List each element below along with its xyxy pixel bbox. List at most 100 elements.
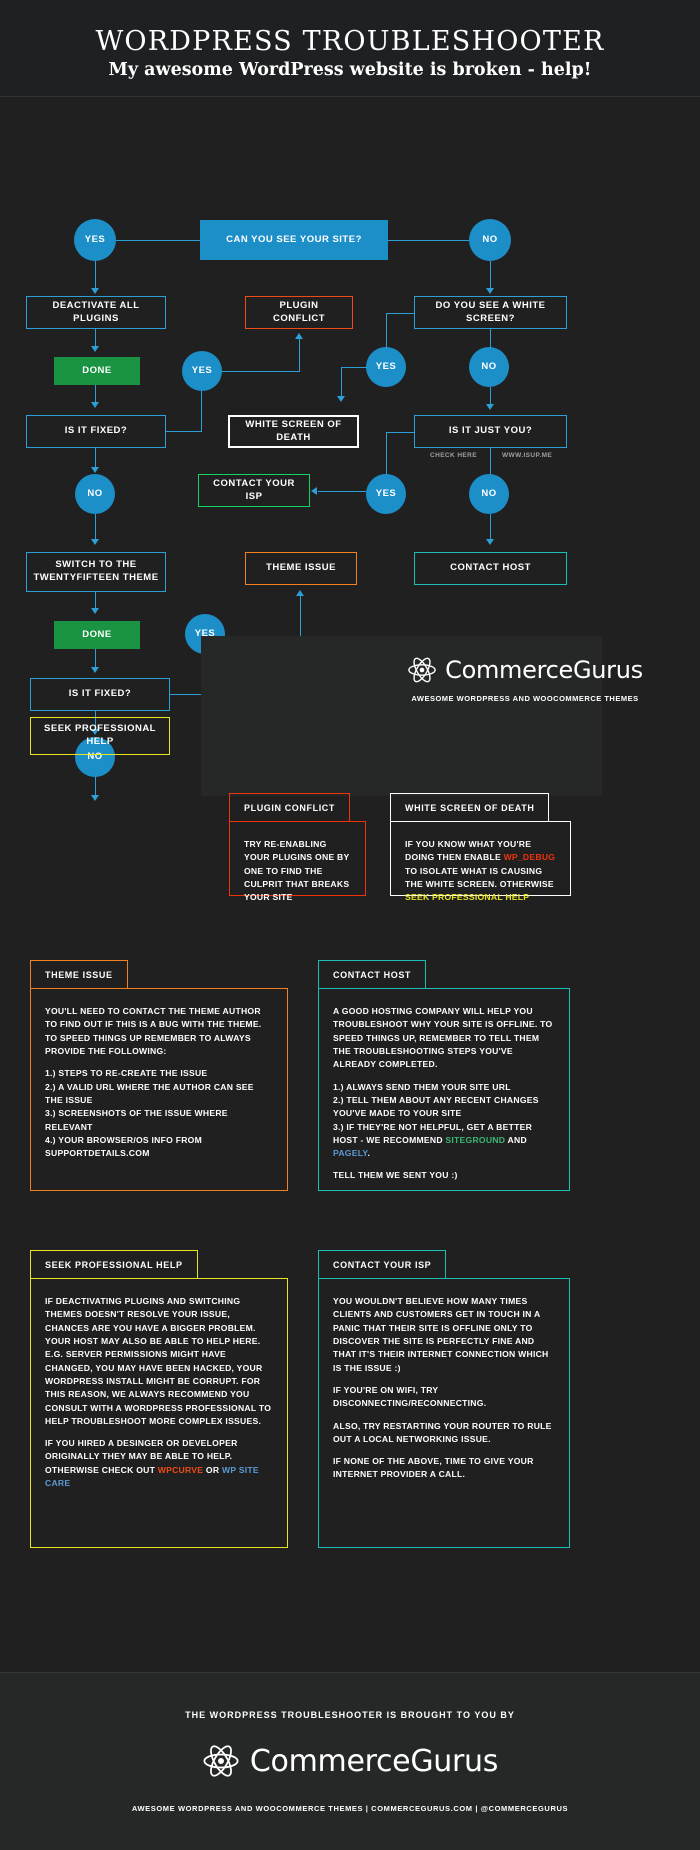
- card-contact-host-p3: TELL THEM WE SENT YOU :): [333, 1170, 458, 1181]
- card-theme-issue-title: THEME ISSUE: [30, 960, 128, 988]
- card-contact-isp-p3: ALSO, TRY RESTARTING YOUR ROUTER TO RULE…: [333, 1420, 552, 1444]
- connector-justyou-left-h: [386, 432, 414, 433]
- connector-yes1-to-q1: [116, 240, 200, 241]
- connector-whitescreen-left-v: [386, 313, 387, 349]
- flow-node-is-it-fixed-1[interactable]: IS IT FIXED?: [26, 415, 166, 448]
- ch-siteground-link[interactable]: SITEGROUND: [445, 1135, 505, 1145]
- atom-icon: [407, 655, 437, 685]
- card-contact-isp-body: YOU WOULDN'T BELIEVE HOW MANY TIMES CLIE…: [318, 1278, 570, 1548]
- card-contact-isp-p1: YOU WOULDN'T BELIEVE HOW MANY TIMES CLIE…: [333, 1296, 549, 1373]
- arrow-down-fixed1: [91, 467, 99, 473]
- card-theme-issue-body: YOU'LL NEED TO CONTACT THE THEME AUTHOR …: [30, 988, 288, 1191]
- flow-node-is-it-just-you[interactable]: IS IT JUST YOU?: [414, 415, 567, 448]
- flow-node-done2[interactable]: DONE: [54, 621, 140, 649]
- connector-whitescreen-left-h: [386, 313, 414, 314]
- ch-pagely-link[interactable]: PAGELY: [333, 1148, 367, 1158]
- flow-node-no2[interactable]: NO: [469, 347, 509, 387]
- flow-node-white-screen-of-death[interactable]: WHITE SCREEN OF DEATH: [228, 415, 359, 448]
- card-contact-host-p2: 1.) ALWAYS SEND THEM YOUR SITE URL 2.) T…: [333, 1081, 555, 1161]
- flow-node-can-you-see-your-site[interactable]: CAN YOU SEE YOUR SITE?: [200, 220, 388, 260]
- ch-seg3: AND: [505, 1134, 527, 1145]
- arrow-left-isp: [311, 487, 317, 495]
- flow-node-plugin-conflict[interactable]: PLUGIN CONFLICT: [245, 296, 353, 329]
- brand-tagline: AWESOME WORDPRESS AND WOOCOMMERCE THEMES: [411, 694, 639, 703]
- connector-whitescreen-mid-v: [490, 329, 491, 348]
- card-plugin-conflict: PLUGIN CONFLICT TRY RE-ENABLING YOUR PLU…: [229, 793, 366, 902]
- flow-node-no4[interactable]: NO: [469, 474, 509, 514]
- connector-justyou-left-v: [386, 432, 387, 475]
- arrow-up-theme-issue: [296, 590, 304, 596]
- page-title: WORDPRESS TROUBLESHOOTER: [95, 25, 605, 57]
- card-white-screen-title: WHITE SCREEN OF DEATH: [390, 793, 550, 821]
- flow-node-theme-issue[interactable]: THEME ISSUE: [245, 552, 357, 585]
- card-white-screen: WHITE SCREEN OF DEATH IF YOU KNOW WHAT Y…: [390, 793, 571, 902]
- card-seek-help: SEEK PROFESSIONAL HELP IF DEACTIVATING P…: [30, 1250, 288, 1548]
- card-theme-issue-p2: 1.) STEPS TO RE-CREATE THE ISSUE 2.) A V…: [45, 1068, 254, 1159]
- atom-icon: [202, 1742, 240, 1780]
- ws-seek-help-link[interactable]: SEEK PROFESSIONAL HELP: [405, 892, 529, 902]
- flow-node-yes3[interactable]: YES: [366, 347, 406, 387]
- arrow-down-done2: [91, 667, 99, 673]
- flow-node-deactivate-all-plugins[interactable]: DEACTIVATE ALL PLUGINS: [26, 296, 166, 329]
- connector-yes3-down: [341, 367, 342, 399]
- card-plugin-conflict-body: TRY RE-ENABLING YOUR PLUGINS ONE BY ONE …: [229, 821, 366, 902]
- arrow-down-switch: [91, 608, 99, 614]
- flow-node-is-it-fixed-2[interactable]: IS IT FIXED?: [30, 678, 170, 711]
- connector-fixed1-right: [166, 431, 202, 432]
- sh-wpcurve-link[interactable]: WPCURVE: [158, 1465, 204, 1475]
- arrow-down-no3: [91, 539, 99, 545]
- sh-seg3: OR: [203, 1464, 222, 1475]
- flow-node-done1[interactable]: DONE: [54, 357, 140, 385]
- arrow-down-yes1: [91, 288, 99, 294]
- flow-node-seek-professional-help[interactable]: SEEK PROFESSIONAL HELP: [30, 717, 170, 755]
- page-footer: THE WORDPRESS TROUBLESHOOTER IS BROUGHT …: [0, 1672, 700, 1850]
- caption-check-here: CHECK HERE: [430, 452, 477, 459]
- connector-to-pluginconflict-up: [299, 339, 300, 372]
- arrow-down-no5: [91, 795, 99, 801]
- footer-fine-print: AWESOME WORDPRESS AND WOOCOMMERCE THEMES…: [131, 1804, 569, 1813]
- connector-no3-down: [95, 514, 96, 542]
- page-header: WORDPRESS TROUBLESHOOTER My awesome Word…: [0, 0, 700, 97]
- flowchart: YES CAN YOU SEE YOUR SITE? NO DEACTIVATE…: [0, 97, 700, 801]
- arrow-down-deact: [91, 346, 99, 352]
- page-subtitle: My awesome WordPress website is broken -…: [108, 60, 592, 81]
- footer-brand: CommerceGurus: [202, 1742, 498, 1780]
- caption-isup-url: WWW.ISUP.ME: [502, 452, 553, 459]
- card-theme-issue-p1: YOU'LL NEED TO CONTACT THE THEME AUTHOR …: [45, 1006, 262, 1056]
- flow-node-do-you-see-a-white-screen[interactable]: DO YOU SEE A WHITE SCREEN?: [414, 296, 567, 329]
- connector-justyou-mid-v: [490, 448, 491, 475]
- card-seek-help-p1: IF DEACTIVATING PLUGINS AND SWITCHING TH…: [45, 1296, 272, 1426]
- connector-yes4-to-isp: [318, 491, 366, 492]
- card-contact-host-title: CONTACT HOST: [318, 960, 427, 988]
- flow-node-contact-host[interactable]: CONTACT HOST: [414, 552, 567, 585]
- arrow-down-done1: [91, 402, 99, 408]
- card-contact-isp-p2: IF YOU'RE ON WIFI, TRY DISCONNECTING/REC…: [333, 1384, 487, 1409]
- footer-lead-text: THE WORDPRESS TROUBLESHOOTER IS BROUGHT …: [185, 1710, 515, 1720]
- card-contact-host-body: A GOOD HOSTING COMPANY WILL HELP YOU TRO…: [318, 988, 570, 1191]
- flow-node-no3[interactable]: NO: [75, 474, 115, 514]
- card-contact-isp-p4: IF NONE OF THE ABOVE, TIME TO GIVE YOUR …: [333, 1456, 534, 1480]
- ws-seg3: TO ISOLATE WHAT IS CAUSING THE WHITE SCR…: [405, 865, 554, 889]
- card-seek-help-title: SEEK PROFESSIONAL HELP: [30, 1250, 198, 1278]
- arrow-down-no1: [486, 288, 494, 294]
- ws-wpdebug: WP_DEBUG: [503, 852, 556, 863]
- arrow-down-no4: [486, 539, 494, 545]
- flow-node-yes1[interactable]: YES: [74, 219, 116, 261]
- connector-fixed2-right: [170, 694, 205, 695]
- footer-brand-name: CommerceGurus: [249, 1743, 499, 1779]
- arrow-down-no2: [486, 404, 494, 410]
- flow-node-no1[interactable]: NO: [469, 219, 511, 261]
- flow-node-contact-your-isp[interactable]: CONTACT YOUR ISP: [198, 474, 310, 507]
- connector-yes3-left: [341, 367, 367, 368]
- card-white-screen-body: IF YOU KNOW WHAT YOU'RE DOING THEN ENABL…: [390, 821, 571, 902]
- arrow-up-plugin-conflict: [295, 333, 303, 339]
- flow-node-yes4[interactable]: YES: [366, 474, 406, 514]
- ch-seg5: .: [367, 1148, 371, 1159]
- card-plugin-conflict-text: TRY RE-ENABLING YOUR PLUGINS ONE BY ONE …: [244, 839, 350, 903]
- flow-node-switch-theme[interactable]: SWITCH TO THE TWENTYFIFTEEN THEME: [26, 552, 166, 592]
- flow-node-yes2[interactable]: YES: [182, 351, 222, 391]
- card-contact-isp-title: CONTACT YOUR ISP: [318, 1250, 447, 1278]
- connector-yes2-right: [222, 371, 300, 372]
- card-white-screen-text: IF YOU KNOW WHAT YOU'RE DOING THEN ENABL…: [405, 838, 556, 905]
- brand-block: CommerceGurus AWESOME WORDPRESS AND WOOC…: [360, 655, 690, 703]
